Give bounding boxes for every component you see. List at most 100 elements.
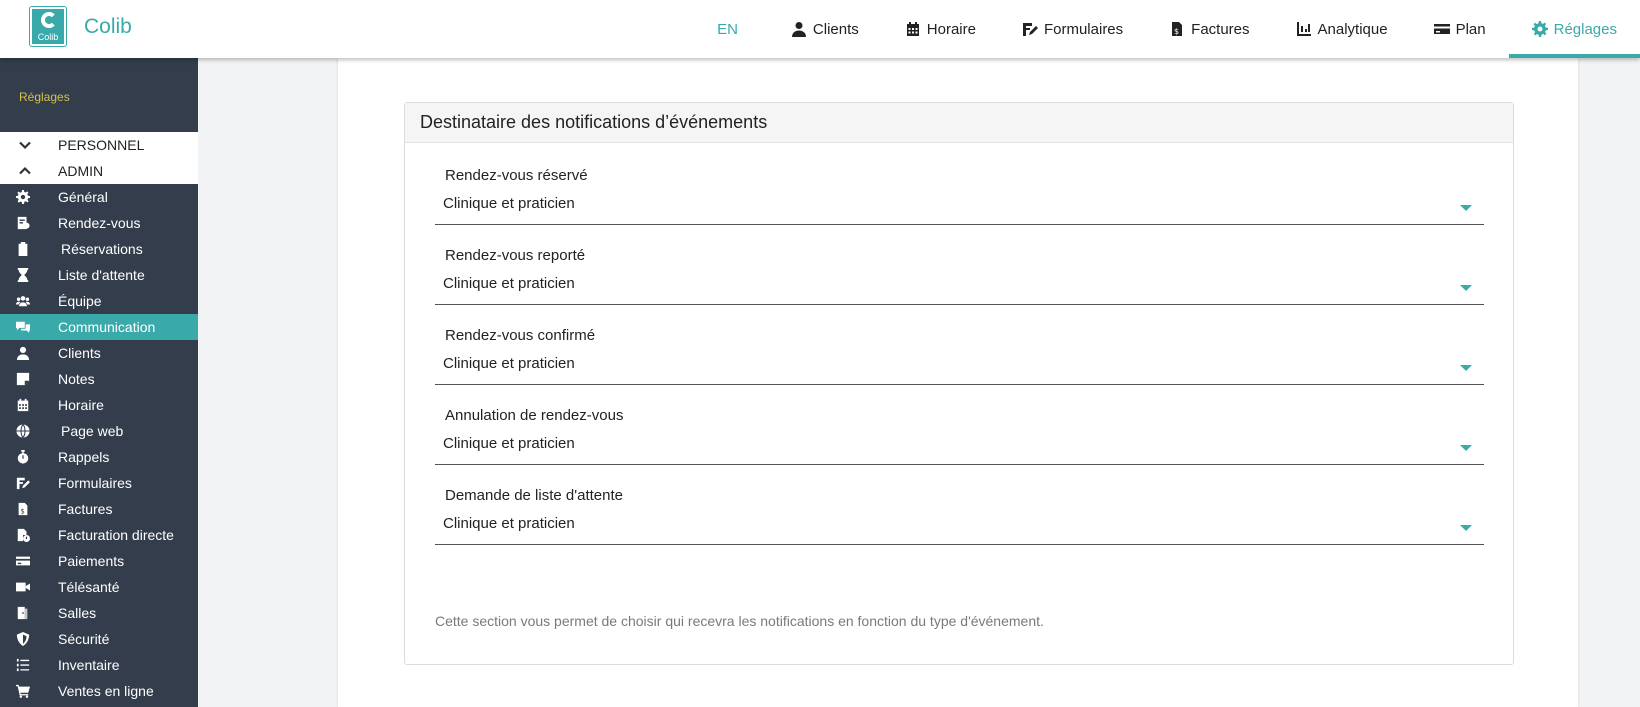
section-personnel[interactable]: PERSONNEL	[0, 132, 198, 158]
nav-label: Plan	[1455, 20, 1486, 38]
section-hint: Cette section vous permet de choisir qui…	[435, 613, 1044, 629]
cart-icon	[16, 684, 30, 698]
panel-title: Destinataire des notifications d’événeme…	[405, 103, 1513, 143]
chat-icon	[16, 321, 30, 333]
nav-label: Horaire	[926, 20, 976, 38]
sidebar-item-factures[interactable]: $ Factures	[0, 496, 198, 522]
colib-logo[interactable]: Colib	[29, 6, 67, 47]
svg-text:$: $	[20, 507, 24, 515]
appointment-icon	[17, 216, 30, 230]
gear-icon	[16, 190, 30, 204]
sidebar-item-liste-attente[interactable]: Liste d'attente	[0, 262, 198, 288]
invoice-icon: $	[18, 502, 28, 515]
sidebar-item-horaire[interactable]: Horaire	[0, 392, 198, 418]
chart-icon	[1296, 22, 1311, 36]
sidebar-item-label: Liste d'attente	[58, 267, 145, 283]
caret-down-icon	[1460, 525, 1472, 531]
invoice-icon: $	[1172, 22, 1183, 36]
sidebar-item-label: Notes	[58, 371, 95, 387]
gear-icon	[1531, 21, 1548, 37]
sidebar-item-rendez-vous[interactable]: Rendez-vous	[0, 210, 198, 236]
nav-clients[interactable]: Clients	[768, 0, 882, 58]
select-value: Clinique et praticien	[443, 515, 575, 532]
field-demande-liste-attente: Demande de liste d'attente Clinique et p…	[435, 487, 1484, 545]
nav-factures[interactable]: $ Factures	[1146, 0, 1272, 58]
shield-icon	[16, 632, 30, 646]
caret-down-icon	[1460, 285, 1472, 291]
recipient-select[interactable]: Clinique et praticien	[435, 433, 1484, 465]
sidebar-item-label: Formulaires	[58, 475, 132, 491]
field-rdv-reporte: Rendez-vous reporté Clinique et praticie…	[435, 247, 1484, 305]
sidebar-item-facturation-directe[interactable]: Facturation directe	[0, 522, 198, 548]
sidebar-item-label: Salles	[58, 605, 97, 621]
video-icon	[16, 582, 30, 592]
main-nav: EN Clients Horaire Formulaires $ Facture…	[694, 0, 1640, 58]
sidebar-item-label: Télésanté	[58, 579, 120, 595]
sidebar-item-inventaire[interactable]: Inventaire	[0, 652, 198, 678]
logo-c-mark	[41, 12, 57, 28]
caret-down-icon	[1460, 365, 1472, 371]
recipient-select[interactable]: Clinique et praticien	[435, 193, 1484, 225]
sidebar-item-label: Rendez-vous	[58, 215, 141, 231]
logo-text: Colib	[37, 32, 59, 42]
recipient-select[interactable]: Clinique et praticien	[435, 513, 1484, 545]
sidebar-item-page-web[interactable]: Page web	[0, 418, 198, 444]
nav-label: Analytique	[1317, 20, 1388, 38]
settings-content-card: Destinataire des notifications d’événeme…	[338, 58, 1578, 707]
sidebar-item-label: Horaire	[58, 397, 104, 413]
section-label: PERSONNEL	[58, 137, 145, 153]
sidebar-item-clients[interactable]: Clients	[0, 340, 198, 366]
select-value: Clinique et praticien	[443, 355, 575, 372]
direct-billing-icon	[17, 528, 30, 542]
sidebar-item-label: Inventaire	[58, 657, 120, 673]
sidebar-item-label: Facturation directe	[58, 527, 174, 543]
sidebar-item-securite[interactable]: Sécurité	[0, 626, 198, 652]
recipient-select[interactable]: Clinique et praticien	[435, 273, 1484, 305]
field-label: Rendez-vous confirmé	[445, 327, 596, 344]
language-toggle[interactable]: EN	[694, 0, 768, 58]
hourglass-icon	[17, 268, 29, 282]
sidebar-item-label: Sécurité	[58, 631, 110, 647]
nav-plan[interactable]: Plan	[1411, 0, 1509, 58]
credit-card-icon	[16, 556, 30, 566]
top-bar: Colib Colib EN Clients Horaire Formulair…	[0, 0, 1640, 58]
sidebar-item-label: Équipe	[58, 293, 102, 309]
team-icon	[16, 296, 30, 307]
form-icon	[1022, 23, 1038, 36]
sidebar-item-label: Ventes en ligne	[58, 683, 154, 699]
sidebar-item-ventes-en-ligne[interactable]: Ventes en ligne	[0, 678, 198, 704]
chevron-down-icon	[0, 138, 58, 152]
nav-formulaires[interactable]: Formulaires	[999, 0, 1146, 58]
sidebar-item-formulaires[interactable]: Formulaires	[0, 470, 198, 496]
sidebar-item-salles[interactable]: Salles	[0, 600, 198, 626]
nav-reglages[interactable]: Réglages	[1508, 0, 1640, 58]
section-admin[interactable]: ADMIN	[0, 158, 198, 184]
sidebar-item-communication[interactable]: Communication	[0, 314, 198, 340]
globe-icon	[16, 424, 30, 438]
nav-label: Factures	[1191, 20, 1250, 38]
nav-horaire[interactable]: Horaire	[882, 0, 999, 58]
select-value: Clinique et praticien	[443, 275, 575, 292]
sidebar-item-telesante[interactable]: Télésanté	[0, 574, 198, 600]
calendar-icon	[906, 22, 919, 36]
recipient-select[interactable]: Clinique et praticien	[435, 353, 1484, 385]
field-label: Rendez-vous réservé	[445, 167, 588, 184]
sidebar-item-reservations[interactable]: Réservations	[0, 236, 198, 262]
clipboard-icon	[18, 242, 28, 256]
section-label: ADMIN	[58, 163, 104, 179]
caret-down-icon	[1460, 445, 1472, 451]
svg-text:$: $	[1174, 27, 1179, 36]
notification-recipients-panel: Destinataire des notifications d’événeme…	[404, 102, 1514, 665]
sidebar-item-label: Clients	[58, 345, 101, 361]
nav-analytique[interactable]: Analytique	[1273, 0, 1411, 58]
settings-sidebar: Réglages PERSONNEL ADMIN Général Rendez-…	[0, 58, 198, 707]
sidebar-item-rappels[interactable]: Rappels	[0, 444, 198, 470]
sidebar-item-label: Communication	[58, 319, 156, 335]
sidebar-item-paiements[interactable]: Paiements	[0, 548, 198, 574]
sidebar-item-equipe[interactable]: Équipe	[0, 288, 198, 314]
sidebar-item-notes[interactable]: Notes	[0, 366, 198, 392]
app-name[interactable]: Colib	[84, 15, 132, 39]
sidebar-item-general[interactable]: Général	[0, 184, 198, 210]
form-icon	[16, 477, 30, 490]
field-rdv-confirme: Rendez-vous confirmé Clinique et pratici…	[435, 327, 1484, 385]
